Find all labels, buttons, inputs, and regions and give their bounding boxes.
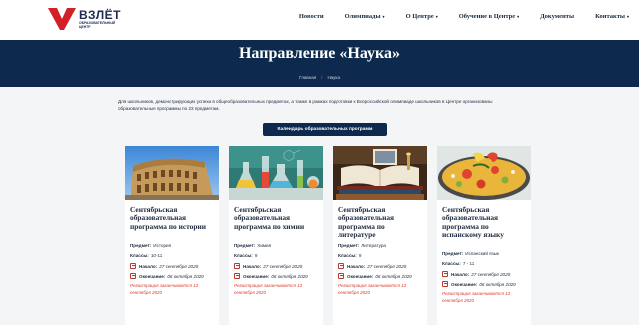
calendar-icon [130,263,136,269]
program-card-spanish[interactable]: Сентябрьская образовательная программа п… [437,146,531,325]
card-subject: Предмет: Литература [338,243,386,248]
card-title[interactable]: Сентябрьская образовательная программа п… [338,205,424,240]
card-title[interactable]: Сентябрьская образовательная программа п… [130,205,216,231]
calendar-icon [442,271,448,277]
nav-education[interactable]: Обучение в Центре ▾ [459,13,519,20]
intro-text: Для школьников, демонстрирующих успехи в… [118,99,493,111]
chevron-down-icon: ▾ [435,14,438,19]
card-subject: Предмет: История [130,243,172,248]
registration-deadline: Регистрация заканчивается 13 сентября 20… [442,291,511,303]
logo-v-icon [48,8,76,30]
hero-banner: Направление «Наука» Главная / Наука [0,40,639,87]
registration-deadline: Регистрация заканчивается 13 сентября 20… [234,283,303,295]
card-start: Начало: 27 сентября 2020 [130,263,198,269]
chevron-down-icon: ▾ [382,14,385,19]
card-grades: Классы: 10-11 [130,253,163,258]
colosseum-photo[interactable] [125,146,219,200]
calendar-icon [234,263,240,269]
calendar-button[interactable]: Календарь образовательных программ [263,123,387,136]
registration-deadline: Регистрация заканчивается 13 сентября 20… [338,283,407,295]
calendar-icon [338,263,344,269]
nav-olympiads[interactable]: Олимпиады ▾ [345,13,385,20]
breadcrumb-current: Наука [327,75,340,80]
logo-subtitle: образовательный центр [79,21,116,29]
card-grades: Классы: 9 [234,253,258,258]
card-end: Окончание: 06 октября 2020 [234,273,308,279]
nav-about[interactable]: О Центре ▾ [406,13,438,20]
page-title: Направление «Наука» [238,45,400,62]
breadcrumb-separator: / [321,75,323,80]
calendar-icon [130,273,136,279]
main-nav: Новости Олимпиады ▾ О Центре ▾ Обучение … [299,13,629,20]
breadcrumb: Главная / Наука [0,75,639,80]
registration-deadline: Регистрация заканчивается 13 сентября 20… [130,283,199,295]
chevron-down-icon: ▾ [517,14,520,19]
breadcrumb-home[interactable]: Главная [299,75,316,80]
card-end: Окончание: 06 октября 2020 [338,273,412,279]
card-title[interactable]: Сентябрьская образовательная программа п… [442,205,528,240]
books-photo[interactable] [333,146,427,200]
chevron-down-icon: ▾ [626,14,629,19]
program-card-literature[interactable]: Сентябрьская образовательная программа п… [333,146,427,325]
card-start: Начало: 27 сентября 2020 [338,263,406,269]
nav-news[interactable]: Новости [299,13,324,20]
card-end: Окончание: 06 октября 2020 [130,273,204,279]
calendar-icon [338,273,344,279]
chemistry-flasks-photo[interactable] [229,146,323,200]
card-subject: Предмет: Испанский язык [442,251,500,256]
site-logo[interactable]: ВЗЛЁТ образовательный центр [48,8,138,34]
card-title[interactable]: Сентябрьская образовательная программа п… [234,205,320,231]
nav-contacts[interactable]: Контакты ▾ [595,13,629,20]
calendar-icon [234,273,240,279]
nav-documents[interactable]: Документы [540,13,574,20]
card-grades: Классы: 7 - 11 [442,261,475,266]
paella-photo[interactable] [437,146,531,200]
card-end: Окончание: 06 октября 2020 [442,281,516,287]
card-start: Начало: 27 сентября 2020 [234,263,302,269]
calendar-icon [442,281,448,287]
site-header: ВЗЛЁТ образовательный центр Новости Олим… [0,0,639,40]
logo-text: ВЗЛЁТ [79,8,122,22]
card-start: Начало: 27 сентября 2020 [442,271,510,277]
program-card-chemistry[interactable]: Сентябрьская образовательная программа п… [229,146,323,325]
program-card-history[interactable]: Сентябрьская образовательная программа п… [125,146,219,325]
card-grades: Классы: 9 [338,253,362,258]
card-subject: Предмет: Химия [234,243,272,248]
